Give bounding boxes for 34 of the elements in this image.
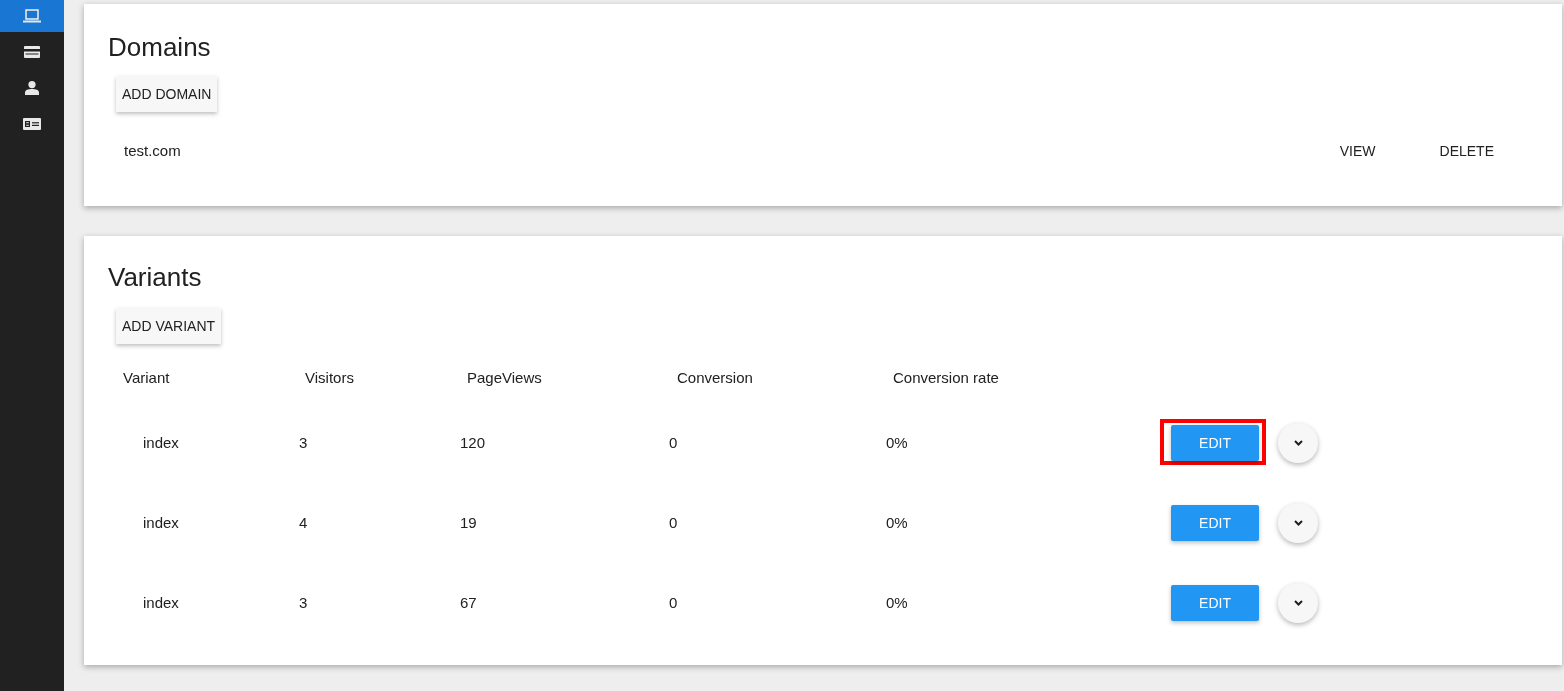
- table-cell: index: [143, 513, 179, 531]
- add-button[interactable]: ADD VARIANT: [116, 308, 222, 344]
- table-cell: 0: [669, 513, 678, 531]
- table-cell: 0%: [886, 593, 908, 611]
- table-cell: 67: [460, 593, 477, 611]
- card-icon: [24, 46, 40, 58]
- chevron-down-icon: [1293, 520, 1303, 526]
- card-title: Variants: [108, 261, 202, 294]
- table-cell: 3: [299, 433, 308, 451]
- table-cell: 0%: [886, 513, 908, 531]
- person-icon: [25, 81, 39, 95]
- add-button[interactable]: ADD DOMAIN: [116, 76, 218, 112]
- table-cell: 120: [460, 433, 486, 451]
- laptop-icon: [23, 9, 41, 23]
- table-cell: 0: [669, 593, 678, 611]
- table-cell: index: [143, 593, 179, 611]
- card-title: Domains: [108, 31, 211, 64]
- table-cell: 0%: [886, 433, 908, 451]
- chevron-down-icon: [1293, 600, 1303, 606]
- table-cell: index: [143, 433, 179, 451]
- action-link[interactable]: VIEW: [1323, 133, 1392, 169]
- table-cell: 19: [460, 513, 477, 531]
- column-header: Conversion rate: [893, 368, 999, 386]
- table-cell: 3: [299, 593, 308, 611]
- id-card-icon: [23, 118, 41, 130]
- column-header: Variant: [123, 368, 170, 386]
- table-cell: 0: [669, 433, 678, 451]
- domain-name: test.com: [124, 142, 181, 159]
- column-header: Visitors: [305, 368, 354, 386]
- action-link[interactable]: DELETE: [1423, 133, 1510, 169]
- column-header: PageViews: [467, 368, 542, 386]
- table-cell: 4: [299, 513, 308, 531]
- column-header: Conversion: [677, 368, 753, 386]
- chevron-down-icon: [1293, 440, 1303, 446]
